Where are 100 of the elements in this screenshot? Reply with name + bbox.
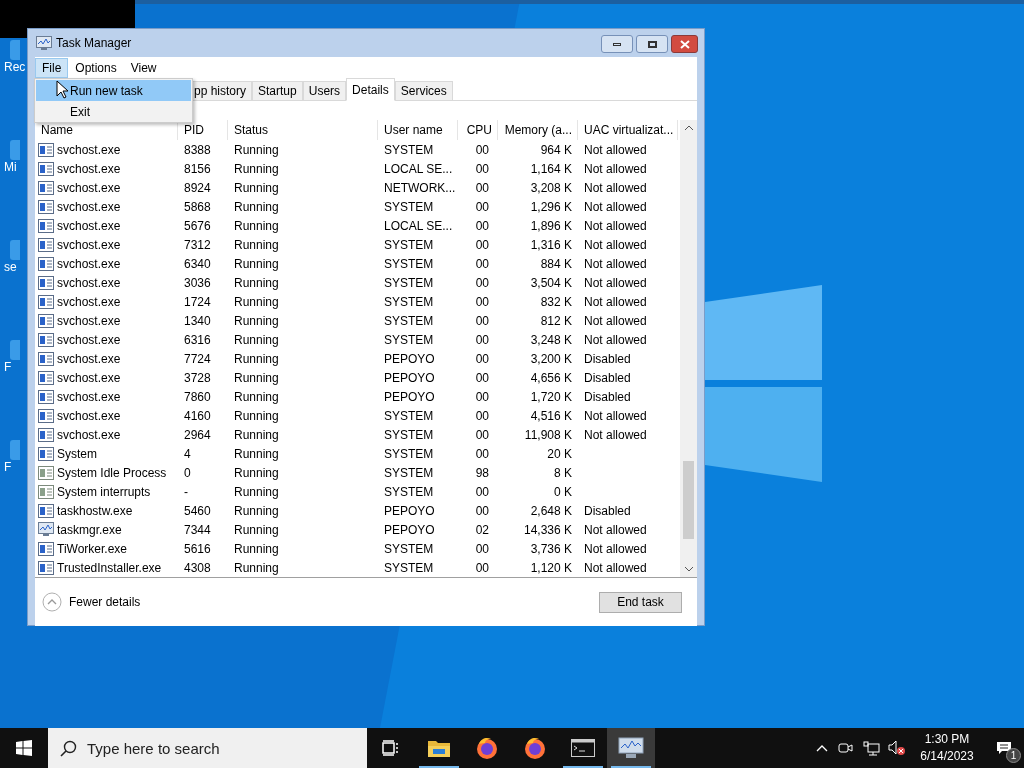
taskbar-app-button[interactable]: [607, 728, 655, 768]
end-task-button[interactable]: End task: [599, 591, 682, 613]
table-cell-text: PEPOYO: [384, 369, 435, 387]
table-cell-text: 832 K: [540, 293, 572, 311]
table-cell-text: Not allowed: [584, 293, 647, 311]
tab[interactable]: Details: [346, 78, 395, 101]
table-cell-text: SYSTEM: [384, 445, 434, 463]
table-cell-text: Running: [234, 483, 279, 501]
column-header[interactable]: User name: [378, 120, 458, 140]
menu-item[interactable]: View: [123, 58, 164, 78]
table-cell-text: 6340: [184, 255, 211, 273]
table-cell-text: svchost.exe: [57, 426, 121, 444]
tab[interactable]: Services: [394, 81, 453, 101]
table-cell-text: SYSTEM: [384, 559, 434, 577]
minimize-button[interactable]: [601, 35, 633, 53]
notification-button[interactable]: 1: [984, 728, 1024, 768]
dropdown-menu-item[interactable]: Run new task: [36, 80, 191, 101]
table-cell-text: SYSTEM: [384, 236, 434, 254]
table-cell-text: 3,248 K: [530, 331, 572, 349]
table-cell-text: SYSTEM: [384, 198, 434, 216]
clock-time[interactable]: 1:30 PM: [924, 731, 970, 748]
table-cell-text: Disabled: [584, 350, 631, 368]
app-icon: [38, 408, 54, 423]
scrollbar[interactable]: [680, 120, 697, 577]
desktop-icon-label: F: [4, 460, 12, 474]
table-cell-text: SYSTEM: [384, 483, 434, 501]
search-icon: [60, 740, 77, 757]
table-cell-text: Running: [234, 407, 279, 425]
table-cell-text: 4,516 K: [530, 407, 572, 425]
table-cell-text: 00: [475, 198, 489, 216]
table-cell-text: Not allowed: [584, 198, 647, 216]
table-cell-text: svchost.exe: [57, 388, 121, 406]
column-header[interactable]: Memory (a...: [498, 120, 578, 140]
table-cell-text: 1,720 K: [530, 388, 572, 406]
table-cell-text: 00: [475, 559, 489, 577]
table-cell-text: 98: [475, 464, 489, 482]
speaker-muted-icon[interactable]: [888, 740, 906, 756]
table-cell-text: 00: [475, 179, 489, 197]
maximize-button[interactable]: [636, 35, 668, 53]
tab[interactable]: Users: [302, 81, 347, 101]
column-header[interactable]: Status: [228, 120, 378, 140]
table-cell-text: LOCAL SE...: [384, 160, 453, 178]
table-cell-text: 3,736 K: [530, 540, 572, 558]
camera-icon[interactable]: [838, 740, 854, 756]
table-cell-text: Running: [234, 369, 279, 387]
table-cell-text: 4160: [184, 407, 211, 425]
table-cell-text: 6316: [184, 331, 211, 349]
table-cell-text: Disabled: [584, 388, 631, 406]
table-cell-text: -: [184, 483, 188, 501]
app-icon: [38, 161, 54, 176]
table-cell-text: svchost.exe: [57, 141, 121, 159]
column-header[interactable]: CPU: [458, 120, 498, 140]
close-button[interactable]: [671, 35, 698, 53]
table-cell-text: Running: [234, 540, 279, 558]
network-icon[interactable]: [863, 740, 880, 756]
table-cell-text: 8156: [184, 160, 211, 178]
table-cell-text: svchost.exe: [57, 407, 121, 425]
table-cell-text: Running: [234, 236, 279, 254]
table-cell-text: svchost.exe: [57, 255, 121, 273]
app-icon: [38, 503, 54, 518]
table-cell-text: svchost.exe: [57, 369, 121, 387]
desktop-icon-label: F: [4, 360, 12, 374]
table-cell-text: SYSTEM: [384, 540, 434, 558]
column-header[interactable]: UAC virtualizat...: [578, 120, 678, 140]
table-cell-text: Running: [234, 198, 279, 216]
table-cell-text: Running: [234, 559, 279, 577]
table-cell-text: Not allowed: [584, 160, 647, 178]
table-cell-text: Not allowed: [584, 426, 647, 444]
window-icon: [38, 465, 54, 480]
fewer-details-button[interactable]: Fewer details: [42, 592, 141, 612]
table-cell-text: 8924: [184, 179, 211, 197]
search-field[interactable]: Type here to search: [48, 728, 367, 768]
table-cell-text: 00: [475, 255, 489, 273]
table-cell-text: Running: [234, 464, 279, 482]
table-cell-text: svchost.exe: [57, 331, 121, 349]
table-cell-text: 00: [475, 502, 489, 520]
table-cell-text: SYSTEM: [384, 464, 434, 482]
table-cell-text: System interrupts: [57, 483, 151, 501]
tab[interactable]: Startup: [252, 81, 303, 101]
clock-date[interactable]: 6/14/2023: [920, 748, 974, 765]
table-cell-text: 02: [475, 521, 489, 539]
table-cell-text: 00: [475, 350, 489, 368]
scroll-thumb[interactable]: [683, 461, 694, 539]
table-cell-text: 5676: [184, 217, 211, 235]
table-cell-text: Not allowed: [584, 540, 647, 558]
table-cell-text: NETWORK...: [384, 179, 456, 197]
dropdown-menu-item[interactable]: Exit: [36, 101, 191, 122]
table-cell-text: Running: [234, 350, 279, 368]
table-cell-text: Running: [234, 445, 279, 463]
menu-item[interactable]: Options: [68, 58, 124, 78]
table-cell-text: TiWorker.exe: [57, 540, 128, 558]
menu-item[interactable]: File: [35, 58, 69, 78]
table-cell-text: 00: [475, 540, 489, 558]
chevron-up-icon[interactable]: [816, 744, 828, 752]
table-cell-text: 00: [475, 407, 489, 425]
table-cell-text: 00: [475, 331, 489, 349]
table-cell-text: Running: [234, 521, 279, 539]
table-cell-text: Running: [234, 217, 279, 235]
table-cell-text: 1724: [184, 293, 211, 311]
table-cell-text: Running: [234, 255, 279, 273]
